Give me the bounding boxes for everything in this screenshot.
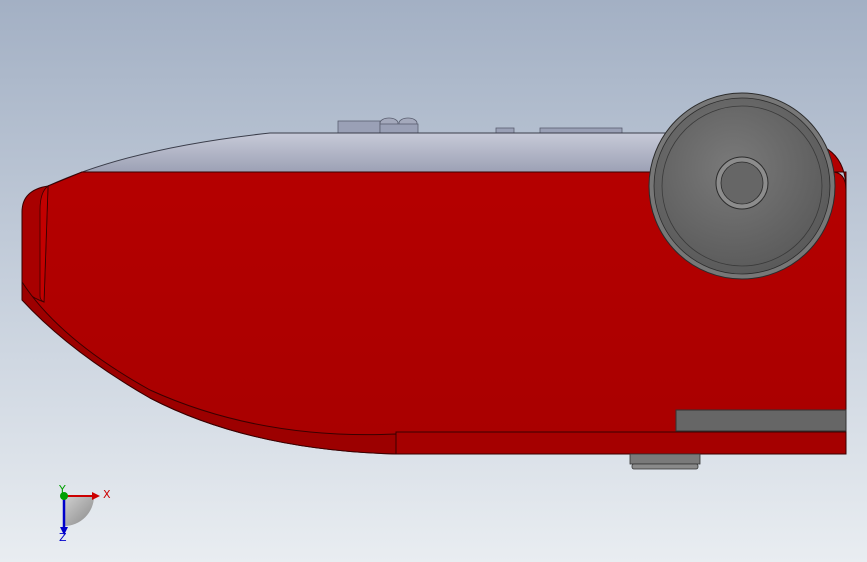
- bottom-edge: [395, 431, 847, 455]
- top-button-cluster: [337, 117, 419, 136]
- wheel: [648, 92, 836, 280]
- rear-panel: [675, 409, 847, 432]
- y-axis-label: Y: [58, 483, 66, 496]
- cad-viewport[interactable]: X Y Z: [0, 0, 867, 562]
- x-arrowhead: [92, 492, 100, 500]
- x-axis-label: X: [103, 488, 111, 501]
- z-axis-label: Z: [59, 531, 67, 544]
- triad-quadrant: [64, 496, 94, 526]
- bottom-foot: [629, 453, 701, 470]
- coordinate-triad: X Y Z: [58, 483, 111, 544]
